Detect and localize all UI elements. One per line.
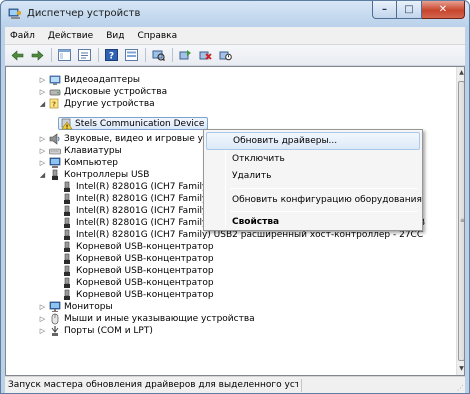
device-manager-icon <box>8 8 22 19</box>
svg-text:?: ? <box>109 52 114 62</box>
usb-device-icon <box>64 241 70 252</box>
tree-item-label: Другие устройства <box>64 99 155 109</box>
tree-item-label: Порты (COM и LPT) <box>64 326 153 336</box>
usb-device-icon <box>64 229 70 240</box>
forward-icon[interactable] <box>29 48 46 63</box>
context-menu: Обновить драйверы... Отключить Удалить О… <box>203 129 423 231</box>
status-text: Запуск мастера обновления драйверов для … <box>8 380 298 390</box>
expand-arrow-icon[interactable]: ▷ <box>39 315 46 323</box>
resize-grip-icon[interactable]: ⋰ <box>457 384 464 392</box>
tree-item-label: Дисковые устройства <box>64 87 168 97</box>
context-properties[interactable]: Свойства <box>206 213 420 231</box>
tree-item-label: Клавиатуры <box>64 146 122 156</box>
menu-view[interactable]: Вид <box>106 31 124 41</box>
mouse-icon <box>51 313 59 325</box>
expand-arrow-icon[interactable]: ▷ <box>39 303 46 311</box>
maximize-button[interactable]: □ <box>397 1 422 19</box>
device-manager-window: Диспетчер устройств – □ ✕ Файл Действие … <box>0 0 470 394</box>
svg-text:!: ! <box>66 125 69 131</box>
collapse-arrow-icon[interactable]: ◢ <box>39 100 46 108</box>
menu-file[interactable]: Файл <box>10 31 35 41</box>
tree-item-label: Компьютер <box>64 158 118 168</box>
tree-item-label: Intel(R) 82801G (ICH7 Family) <box>76 206 211 216</box>
scrollbar-thumb[interactable]: ≡ <box>458 81 465 361</box>
toolbar-separator <box>51 48 52 62</box>
menu-action[interactable]: Действие <box>48 31 93 41</box>
tree-item-label: Корневой USB-концентратор <box>76 266 214 276</box>
usb-device-icon <box>64 289 70 300</box>
port-icon <box>51 326 59 336</box>
expand-arrow-icon[interactable]: ▷ <box>39 88 46 96</box>
context-scan-hardware[interactable]: Обновить конфигурацию оборудования <box>206 191 422 209</box>
tree-item-label: Корневой USB-концентратор <box>76 278 214 288</box>
context-disable[interactable]: Отключить <box>206 150 420 168</box>
context-separator <box>230 188 418 189</box>
computer-icon <box>49 157 61 168</box>
tree-item-label: Intel(R) 82801G (ICH7 Family) <box>76 182 211 192</box>
tree-item-label: Корневой USB-концентратор <box>76 254 214 264</box>
scan-hardware-icon[interactable] <box>150 48 167 63</box>
usb-controller-icon <box>52 169 58 180</box>
update-driver-icon[interactable] <box>177 48 194 63</box>
keyboard-icon <box>49 148 61 155</box>
tree-item-label: Корневой USB-концентратор <box>76 290 214 300</box>
title-bar[interactable]: Диспетчер устройств – □ ✕ <box>1 1 469 27</box>
tree-item-label: Видеоадаптеры <box>64 75 141 85</box>
help-icon[interactable]: ? <box>103 48 120 63</box>
tree-item-label: Intel(R) 82801G (ICH7 Family) <box>76 194 211 204</box>
vertical-scrollbar[interactable]: ▲ ≡ ▼ <box>456 67 465 375</box>
monitor-icon <box>49 301 61 312</box>
disable-icon[interactable] <box>217 48 234 63</box>
menu-bar: Файл Действие Вид Справка <box>5 27 465 45</box>
context-uninstall[interactable]: Удалить <box>206 167 420 185</box>
expand-arrow-icon[interactable]: ▷ <box>39 159 46 167</box>
tree-item-label: Корневой USB-концентратор <box>76 242 214 252</box>
warning-device-icon: ! <box>61 118 73 130</box>
show-hide-tree-icon[interactable] <box>56 48 73 63</box>
tree-item-label: Мониторы <box>64 302 113 312</box>
properties-icon[interactable] <box>76 48 93 63</box>
tree-item-label: Контроллеры USB <box>64 170 150 180</box>
tree-item-label: Звуковые, видео и игровые устр <box>64 134 219 144</box>
back-icon[interactable] <box>9 48 26 63</box>
scroll-down-icon[interactable]: ▼ <box>457 363 464 375</box>
view-icon[interactable] <box>123 48 140 63</box>
context-separator <box>230 211 418 212</box>
usb-device-icon <box>64 265 70 276</box>
collapse-arrow-icon[interactable]: ◢ <box>39 171 46 179</box>
context-update-driver[interactable]: Обновить драйверы... <box>206 132 420 150</box>
status-bar: Запуск мастера обновления драйверов для … <box>5 376 465 393</box>
usb-device-icon <box>64 205 70 216</box>
minimize-button[interactable]: – <box>372 1 397 19</box>
svg-text:?: ? <box>52 101 56 109</box>
close-button[interactable]: ✕ <box>422 1 465 19</box>
toolbar-separator <box>98 48 99 62</box>
scroll-up-icon[interactable]: ▲ <box>457 67 464 79</box>
toolbar-separator <box>145 48 146 62</box>
scrollbar-grip-icon: ≡ <box>460 217 465 224</box>
display-adapter-icon <box>49 75 61 85</box>
other-devices-icon: ? <box>49 98 59 109</box>
tree-item-label: Мыши и иные указывающие устройства <box>64 314 255 324</box>
disk-drive-icon <box>49 89 61 96</box>
expand-arrow-icon[interactable]: ▷ <box>39 135 46 143</box>
window-title: Диспетчер устройств <box>27 8 141 19</box>
status-divider <box>301 379 302 392</box>
uninstall-icon[interactable] <box>197 48 214 63</box>
expand-arrow-icon[interactable]: ▷ <box>39 327 46 335</box>
sound-icon <box>49 133 60 145</box>
usb-device-icon <box>64 277 70 288</box>
usb-device-icon <box>64 217 70 228</box>
expand-arrow-icon[interactable]: ▷ <box>39 147 46 155</box>
usb-device-icon <box>64 253 70 264</box>
toolbar-separator <box>172 48 173 62</box>
menu-help[interactable]: Справка <box>137 31 177 41</box>
expand-arrow-icon[interactable]: ▷ <box>39 76 46 84</box>
toolbar: ? <box>5 45 465 66</box>
usb-device-icon <box>64 181 70 192</box>
caption-buttons: – □ ✕ <box>372 1 465 20</box>
usb-device-icon <box>64 193 70 204</box>
tree-item-label: Stels Communication Device <box>75 119 205 129</box>
